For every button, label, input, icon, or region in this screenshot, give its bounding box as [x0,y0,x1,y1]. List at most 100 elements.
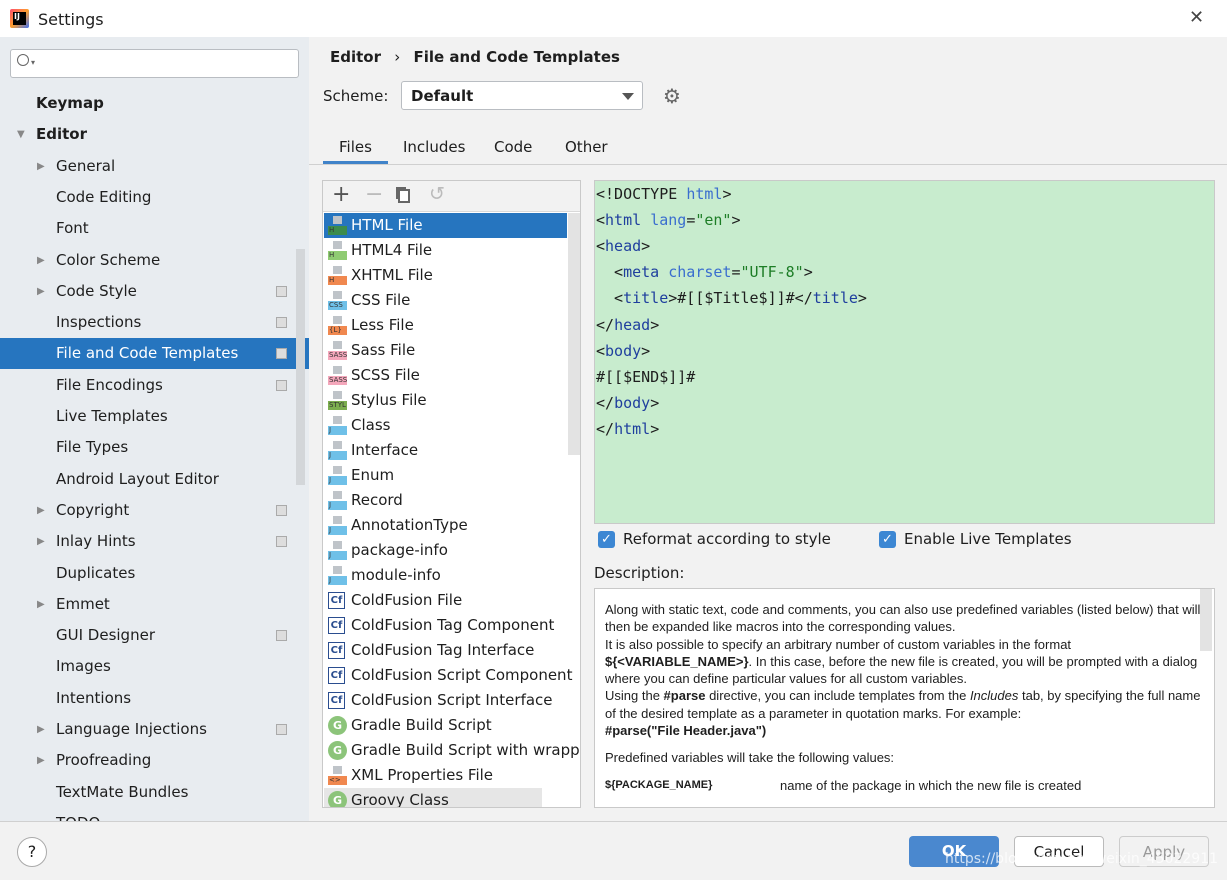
tab-files[interactable]: Files [323,130,388,164]
list-scrollbar[interactable] [568,213,580,455]
template-item[interactable]: G Groovy Class [324,788,542,807]
breadcrumb-parent[interactable]: Editor [330,48,381,66]
template-item[interactable]: {L} Less File [324,313,567,338]
sidebar-item-label: Editor [36,125,87,144]
sidebar-item-label: Emmet [56,594,110,613]
remove-icon[interactable]: − [365,182,383,207]
close-icon[interactable]: ✕ [1189,7,1204,28]
list-toolbar: + − ↺ [323,181,580,212]
template-item[interactable]: CSS CSS File [324,288,567,313]
template-item[interactable]: SASS Sass File [324,338,567,363]
watermark: https://blog.csdn.net/weixin_45022911 [945,851,1219,867]
search-input[interactable]: ▾ [10,49,299,78]
template-item[interactable]: Cf ColdFusion Tag Component [324,613,567,638]
sidebar-item[interactable]: Intentions [0,683,309,714]
sidebar-item[interactable]: ▶ Copyright [0,495,309,526]
template-item[interactable]: J Enum [324,463,567,488]
template-item[interactable]: Jmodule-info [324,563,567,588]
chevron-right-icon[interactable]: ▶ [37,245,45,276]
template-item[interactable]: H XHTML File [324,263,567,288]
copy-icon[interactable] [398,189,410,203]
description-scrollbar[interactable] [1200,589,1212,651]
sidebar-item-label: Proofreading [56,751,152,770]
chevron-right-icon[interactable]: ▶ [37,151,45,182]
sidebar-item[interactable]: ▶ General [0,151,309,182]
code-line: #[[$END$]]# [596,367,696,386]
project-scope-icon [276,630,287,642]
sidebar-item[interactable]: Keymap [0,88,309,119]
chevron-right-icon[interactable]: ▶ [37,495,45,526]
sidebar-item[interactable]: ▶ Color Scheme [0,245,309,276]
chevron-right-icon[interactable]: ▶ [37,745,45,776]
sidebar-item[interactable]: Font [0,213,309,244]
template-item[interactable]: G Gradle Build Script with wrapper [324,738,580,763]
sidebar-scrollbar[interactable] [296,249,305,485]
template-item[interactable]: Cf ColdFusion Script Component [324,663,572,688]
template-item[interactable]: J AnnotationType [324,513,567,538]
gear-icon[interactable]: ⚙ [663,84,681,108]
project-scope-icon [276,504,287,516]
template-item-label: Enum [351,466,395,484]
tab-other[interactable]: Other [549,130,624,164]
add-icon[interactable]: + [332,182,350,207]
project-scope-icon [276,724,287,735]
sidebar-item[interactable]: TODO [0,808,309,822]
file-type-icon: Cf [328,617,345,634]
project-scope-icon [276,536,287,548]
project-scope-icon [276,348,287,360]
template-item[interactable]: Cf ColdFusion Tag Interface [324,638,567,663]
reformat-checkbox[interactable]: ✓ [598,531,615,548]
template-item[interactable]: Cf ColdFusion Script Interface [324,688,567,713]
sidebar-item[interactable]: ▶ Emmet [0,589,309,620]
template-item[interactable]: H HTML4 File [324,238,567,263]
live-templates-checkbox[interactable]: ✓ [879,531,896,548]
template-code-editor[interactable]: <!DOCTYPE html> <html lang="en"> <head> <m… [594,180,1215,524]
chevron-right-icon[interactable]: ▶ [37,276,45,307]
undo-icon[interactable]: ↺ [429,183,445,205]
template-item[interactable]: J Interface [324,438,567,463]
template-item[interactable]: STYL Stylus File [324,388,567,413]
sidebar-item-label: Language Injections [56,720,207,738]
tab-code[interactable]: Code [478,130,548,164]
chevron-right-icon[interactable]: ▶ [37,714,45,745]
template-item[interactable]: Cf ColdFusion File [324,588,567,613]
sidebar-item[interactable]: ▼ Editor [0,119,309,150]
sidebar-item[interactable]: ▶ Code Style [0,276,309,307]
scheme-select[interactable]: Default [401,81,643,110]
template-item[interactable]: J Class [324,413,567,438]
code-line: <meta charset="UTF-8"> [596,263,813,282]
help-button[interactable]: ? [17,837,47,867]
template-item[interactable]: J Record [324,488,567,513]
sidebar-item[interactable]: ▶ Proofreading [0,745,309,776]
sidebar-item[interactable]: Inspections [0,307,309,338]
sidebar-item[interactable]: Live Templates [0,401,309,432]
tab-includes[interactable]: Includes [387,130,481,164]
sidebar-item[interactable]: ▶ Inlay Hints [0,526,309,557]
file-type-icon: H [328,266,347,285]
sidebar-item[interactable]: File Types [0,432,309,463]
chevron-right-icon[interactable]: ▶ [37,526,45,557]
template-item[interactable]: G Gradle Build Script [324,713,567,738]
template-item-label: Sass File [351,341,416,359]
template-item[interactable]: <> XML Properties File [324,763,567,788]
sidebar-item-label: GUI Designer [56,626,155,645]
templates-list[interactable]: + − ↺ H HTML File H HTML4 File H XHTML File CS… [322,180,581,808]
sidebar-item[interactable]: TextMate Bundles [0,777,309,808]
window-title: Settings [38,10,104,29]
sidebar-item[interactable]: Duplicates [0,558,309,589]
template-item[interactable]: Jpackage-info [324,538,567,563]
sidebar-item-label: Live Templates [56,407,168,425]
chevron-down-icon[interactable]: ▼ [17,119,25,150]
sidebar-item[interactable]: Images [0,651,309,682]
sidebar-item[interactable]: GUI Designer [0,620,309,651]
sidebar-item[interactable]: File Encodings [0,370,309,401]
sidebar-item[interactable]: File and Code Templates [0,338,309,370]
sidebar-item[interactable]: ▶ Language Injections [0,714,309,745]
sidebar-item[interactable]: Code Editing [0,182,309,213]
template-item[interactable]: H HTML File [324,213,567,238]
template-item[interactable]: SASS SCSS File [324,363,567,388]
code-line: <!DOCTYPE html> [596,185,732,203]
sidebar-item[interactable]: Android Layout Editor [0,464,309,495]
file-type-icon: Cf [328,592,345,609]
chevron-right-icon[interactable]: ▶ [37,589,45,620]
